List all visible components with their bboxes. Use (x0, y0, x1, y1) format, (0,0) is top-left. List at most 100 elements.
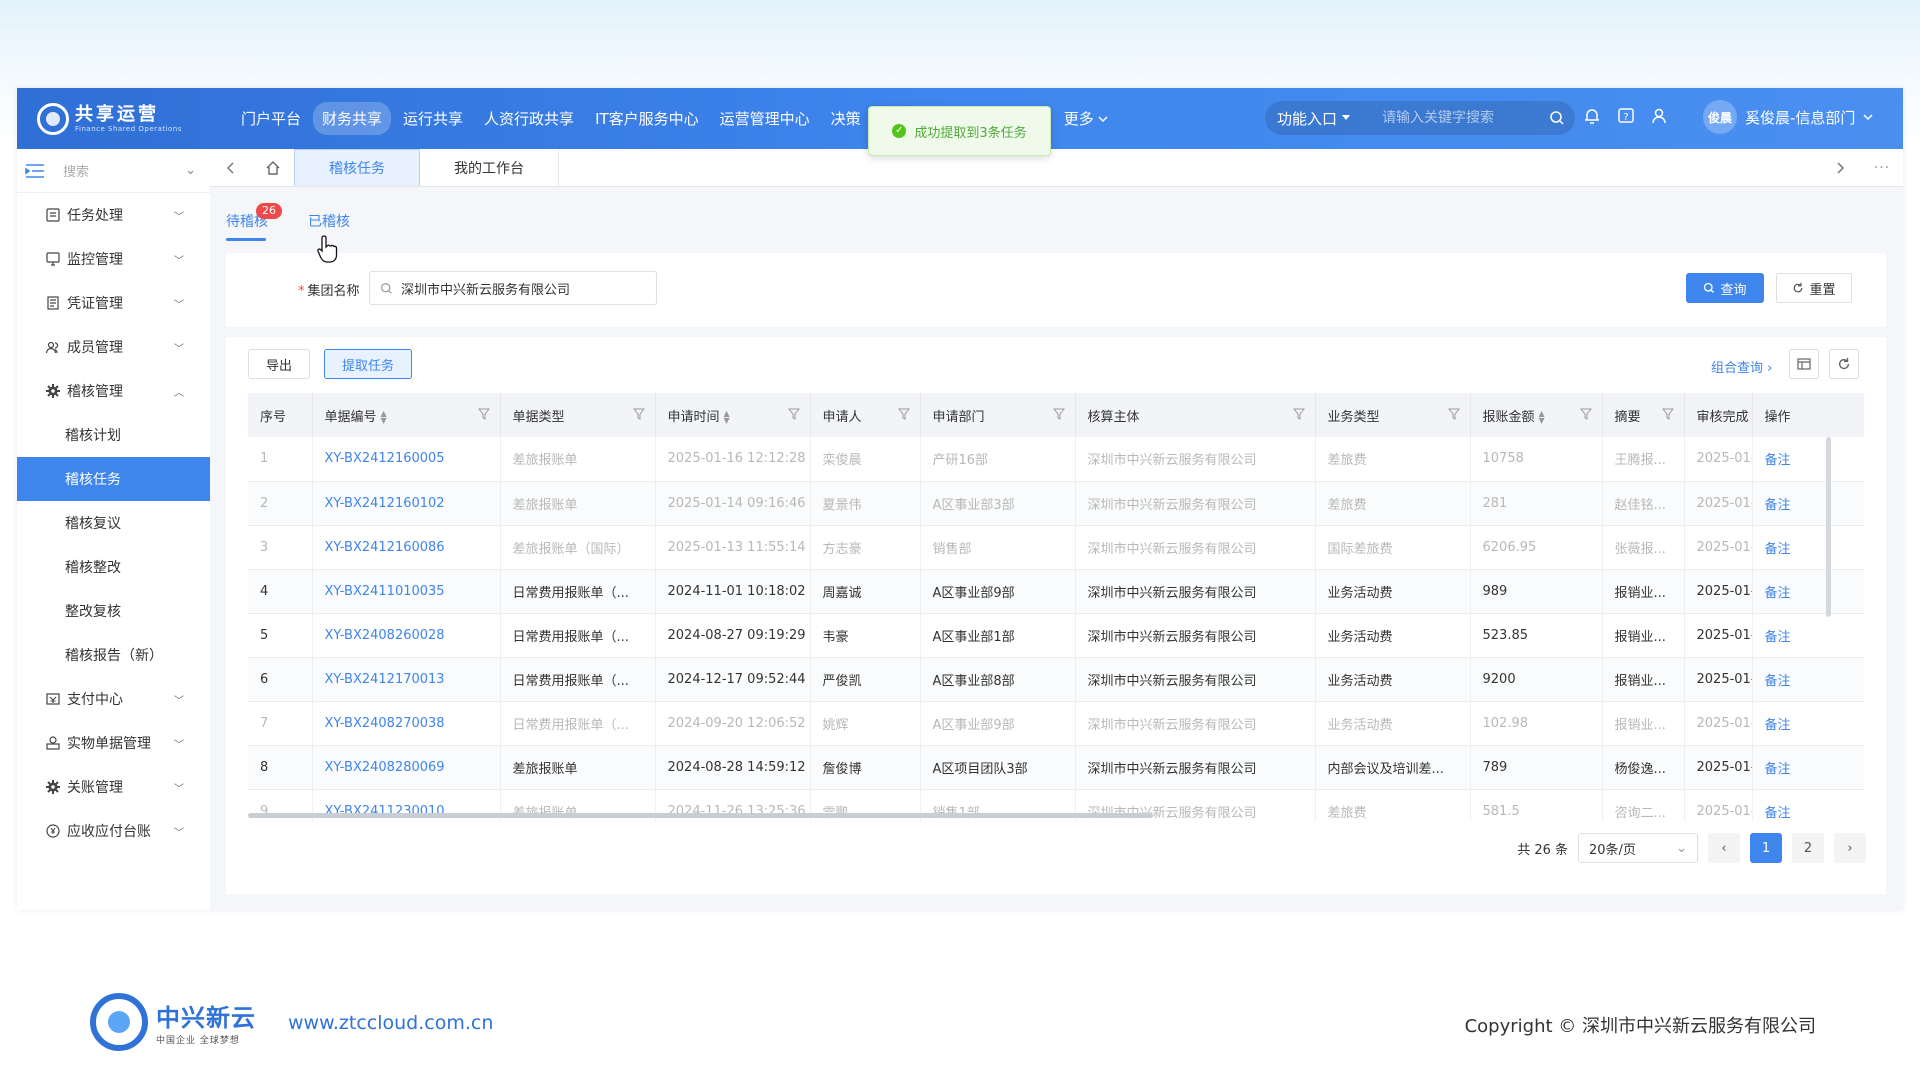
sidebar-item[interactable]: 任务处理 ﹀ (17, 193, 210, 237)
document-code-link[interactable]: XY-BX2411010035 (312, 569, 501, 614)
user-menu[interactable]: 俊晨 奚俊晨-信息部门 (1703, 100, 1873, 134)
combo-query-link[interactable]: 组合查询 › (1711, 357, 1772, 376)
sidebar-item[interactable]: 应收应付台账 ﹀ (17, 809, 210, 853)
sidebar-subitem[interactable]: 稽核任务 (17, 457, 210, 501)
sidebar-search[interactable]: 搜索 ⌄ (17, 149, 210, 193)
keyword-search-input[interactable] (1382, 110, 1532, 126)
nav-item[interactable]: 人资行政共享 (475, 102, 583, 135)
filter-icon[interactable] (1661, 408, 1674, 420)
nav-item[interactable]: 运营管理中心 (711, 102, 819, 135)
column-header[interactable]: 报账金额 ▲ ▼ (1470, 393, 1603, 437)
remark-link[interactable]: 备注 (1752, 481, 1864, 526)
filter-icon[interactable] (897, 408, 910, 420)
function-entry-dropdown[interactable]: 功能入口 (1277, 108, 1382, 129)
export-button[interactable]: 导出 (248, 349, 310, 379)
column-header[interactable]: 审核完成 (1684, 393, 1753, 437)
sidebar-item[interactable]: 稽核管理 ︿ (17, 369, 210, 413)
table-row[interactable]: 2 XY-BX2412160102 差旅报账单 2025-01-14 09:16:46… (248, 481, 1864, 526)
sort-icon[interactable]: ▲ ▼ (1539, 410, 1545, 425)
sidebar-subitem[interactable]: 整改复核 (17, 589, 210, 633)
sidebar-subitem[interactable]: 稽核计划 (17, 413, 210, 457)
nav-item[interactable]: 运行共享 (394, 102, 472, 135)
filter-icon[interactable] (1579, 408, 1592, 420)
table-row[interactable]: 1 XY-BX2412160005 差旅报账单 2025-01-16 12:12:28… (248, 437, 1864, 482)
column-settings-button[interactable] (1789, 349, 1819, 379)
document-code-link[interactable]: XY-BX2412160005 (312, 437, 501, 482)
filter-icon[interactable] (787, 408, 800, 420)
table-row[interactable]: 8 XY-BX2408280069 差旅报账单 2024-08-28 14:59:12… (248, 745, 1864, 790)
sidebar-item[interactable]: 实物单据管理 ﹀ (17, 721, 210, 765)
user-settings-icon[interactable] (1650, 106, 1670, 126)
sort-icon[interactable]: ▲ ▼ (381, 410, 387, 425)
remark-link[interactable]: 备注 (1752, 569, 1864, 614)
document-code-link[interactable]: XY-BX2408270038 (312, 701, 501, 746)
filter-icon[interactable] (1447, 408, 1460, 420)
tab-prev-button[interactable] (210, 149, 252, 186)
footer-url[interactable]: www.ztccloud.com.cn (288, 1012, 493, 1034)
group-name-field[interactable]: 深圳市中兴新云服务有限公司 (369, 271, 657, 305)
remark-link[interactable]: 备注 (1752, 701, 1864, 746)
query-button[interactable]: 查询 (1686, 273, 1764, 303)
nav-item[interactable]: 决策 (822, 102, 870, 135)
bell-icon[interactable] (1582, 106, 1602, 126)
menu-collapse-icon[interactable] (25, 163, 45, 179)
column-header[interactable]: 申请部门 (920, 393, 1076, 437)
filter-icon[interactable] (477, 408, 490, 420)
remark-link[interactable]: 备注 (1752, 745, 1864, 790)
sidebar-subitem[interactable]: 稽核报告（新） (17, 633, 210, 677)
home-tab-button[interactable] (252, 149, 294, 186)
column-header[interactable]: 申请时间 ▲ ▼ (655, 393, 811, 437)
table-row[interactable]: 7 XY-BX2408270038 日常费用报账单（... 2024-09-20 12… (248, 701, 1864, 746)
prev-page-button[interactable]: ‹ (1708, 833, 1740, 863)
fetch-task-button[interactable]: 提取任务 (324, 349, 412, 379)
tab-next-button[interactable] (1819, 149, 1861, 186)
page-tab[interactable]: 我的工作台 (420, 149, 559, 186)
table-row[interactable]: 6 XY-BX2412170013 日常费用报账单（... 2024-12-17 09… (248, 657, 1864, 702)
sidebar-item[interactable]: 支付中心 ﹀ (17, 677, 210, 721)
table-row[interactable]: 4 XY-BX2411010035 日常费用报账单（... 2024-11-01 10… (248, 569, 1864, 614)
page-size-select[interactable]: 20条/页 ⌄ (1578, 833, 1698, 863)
horizontal-scrollbar[interactable] (248, 813, 1153, 818)
remark-link[interactable]: 备注 (1752, 657, 1864, 702)
remark-link[interactable]: 备注 (1752, 525, 1864, 570)
app-logo[interactable]: 共享运营 Finance Shared Operations (37, 102, 212, 135)
document-code-link[interactable]: XY-BX2412160102 (312, 481, 501, 526)
filter-icon[interactable] (632, 408, 645, 420)
next-page-button[interactable]: › (1834, 833, 1866, 863)
sidebar-subitem[interactable]: 稽核整改 (17, 545, 210, 589)
column-header[interactable]: 单据类型 (500, 393, 656, 437)
column-header[interactable]: 申请人 (810, 393, 921, 437)
filter-icon[interactable] (1292, 408, 1305, 420)
document-code-link[interactable]: XY-BX2408260028 (312, 613, 501, 658)
column-header[interactable]: 序号 (248, 393, 313, 437)
nav-item[interactable]: 门户平台 (232, 102, 310, 135)
sort-icon[interactable]: ▲ ▼ (724, 410, 730, 425)
column-header[interactable]: 核算主体 (1075, 393, 1316, 437)
table-refresh-button[interactable] (1829, 349, 1859, 379)
search-icon[interactable] (1549, 110, 1565, 126)
sidebar-subitem[interactable]: 稽核复议 (17, 501, 210, 545)
document-code-link[interactable]: XY-BX2408280069 (312, 745, 501, 790)
table-row[interactable]: 5 XY-BX2408260028 日常费用报账单（... 2024-08-27 09… (248, 613, 1864, 658)
document-code-link[interactable]: XY-BX2412160086 (312, 525, 501, 570)
column-header[interactable]: 业务类型 (1315, 393, 1471, 437)
filter-icon[interactable] (1052, 408, 1065, 420)
column-header[interactable]: 摘要 (1602, 393, 1685, 437)
sidebar-item[interactable]: 成员管理 ﹀ (17, 325, 210, 369)
sidebar-item[interactable]: 关账管理 ﹀ (17, 765, 210, 809)
tab-pending-audit[interactable]: 待稽核 26 (226, 203, 282, 241)
page-number-button[interactable]: 1 (1750, 833, 1782, 863)
remark-link[interactable]: 备注 (1752, 789, 1864, 821)
nav-item[interactable]: 财务共享 (313, 102, 392, 135)
help-icon[interactable]: ? (1616, 106, 1636, 126)
nav-item[interactable]: IT客户服务中心 (586, 102, 708, 135)
table-row[interactable]: 3 XY-BX2412160086 差旅报账单（国际） 2025-01-13 11:5… (248, 525, 1864, 570)
reset-button[interactable]: 重置 (1776, 273, 1852, 303)
remark-link[interactable]: 备注 (1752, 437, 1864, 482)
sidebar-item[interactable]: 监控管理 ﹀ (17, 237, 210, 281)
sidebar-item[interactable]: 凭证管理 ﹀ (17, 281, 210, 325)
page-number-button[interactable]: 2 (1792, 833, 1824, 863)
vertical-scrollbar[interactable] (1826, 437, 1831, 617)
page-tab[interactable]: 稽核任务 (294, 149, 420, 186)
document-code-link[interactable]: XY-BX2412170013 (312, 657, 501, 702)
